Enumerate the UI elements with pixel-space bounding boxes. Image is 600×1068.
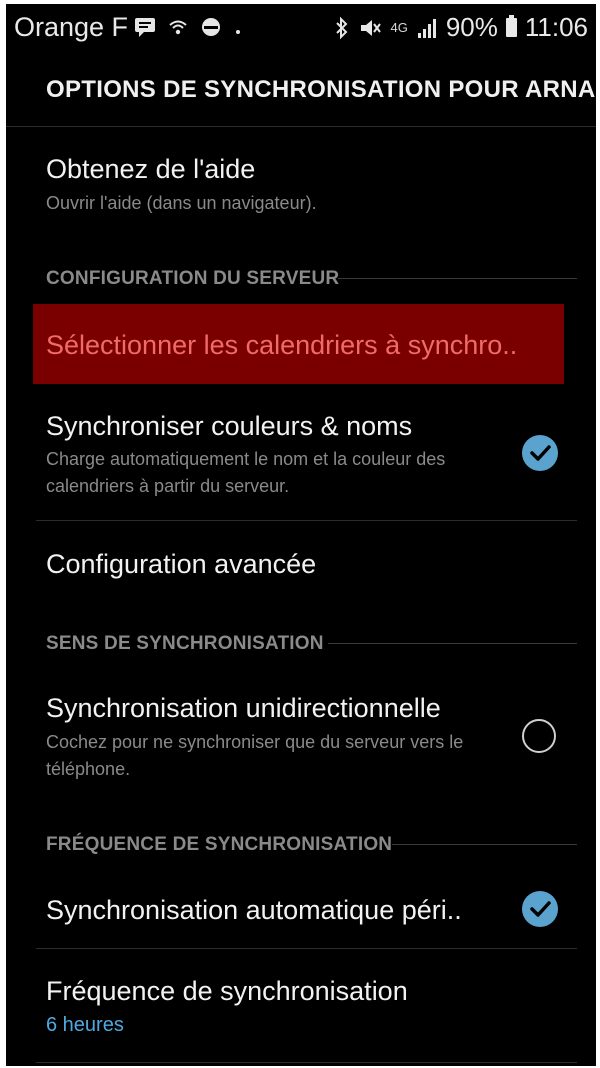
select-calendars-label: Sélectionner les calendriers à synchro..: [46, 330, 518, 360]
section-header-direction: SENS DE SYNCHRONISATION: [46, 633, 324, 654]
sync-frequency-title: Fréquence de synchronisation: [46, 976, 408, 1006]
bluetooth-icon: [336, 16, 348, 39]
section-header-frequency: FRÉQUENCE DE SYNCHRONISATION: [46, 834, 393, 855]
divider: [36, 948, 577, 949]
sync-icon: [202, 18, 220, 36]
section-divider: [392, 844, 577, 845]
advanced-config-item[interactable]: Configuration avancée: [46, 549, 316, 580]
sync-frequency-value: 6 heures: [46, 1014, 124, 1036]
help-title: Obtenez de l'aide: [46, 154, 256, 184]
auto-sync-checkbox[interactable]: [522, 891, 558, 927]
clock: 11:06: [524, 12, 588, 42]
divider: [36, 1062, 577, 1063]
section-divider: [328, 643, 577, 644]
help-summary: Ouvrir l'aide (dans un navigateur).: [46, 193, 317, 213]
network-type: 4G: [390, 19, 408, 35]
system-status: 4G 90% 11:06: [334, 12, 588, 43]
section-header-server: CONFIGURATION DU SERVEUR: [46, 268, 340, 289]
auto-sync-title: Synchronisation automatique péri..: [46, 895, 462, 925]
sync-colors-summary: Charge automatiquement le nom et la coul…: [46, 449, 446, 496]
sync-colors-title: Synchroniser couleurs & noms: [46, 411, 413, 441]
one-way-sync-checkbox[interactable]: [522, 719, 556, 753]
checkmark-icon: [530, 445, 551, 461]
page-title: OPTIONS DE SYNCHRONISATION POUR ARNAU…: [46, 76, 596, 103]
settings-screen: Orange F 4G 90% 11:06 OPTIONS DE SYNCHRO…: [6, 4, 596, 1066]
divider: [36, 520, 577, 521]
carrier-label: Orange F: [14, 12, 129, 42]
sync-colors-checkbox[interactable]: [522, 435, 558, 471]
battery-percent: 90%: [445, 12, 498, 42]
one-way-sync-title: Synchronisation unidirectionnelle: [46, 693, 441, 723]
signal-icon: [417, 18, 436, 38]
dot-icon: [236, 30, 240, 34]
wifi-icon: [169, 20, 187, 35]
section-divider: [338, 278, 577, 279]
status-bar: Orange F 4G 90% 11:06: [6, 4, 596, 48]
checkmark-icon: [530, 901, 551, 917]
battery-icon: [505, 15, 517, 37]
mute-icon: [361, 19, 382, 36]
header-divider: [6, 126, 596, 127]
one-way-sync-summary: Cochez pour ne synchroniser que du serve…: [46, 732, 464, 779]
notification-icons: [134, 16, 242, 38]
chat-icon: [135, 18, 155, 37]
